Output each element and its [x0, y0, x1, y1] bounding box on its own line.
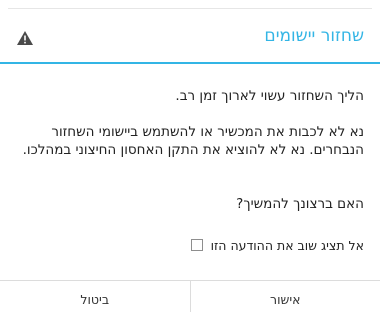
confirm-button[interactable]: אישור — [191, 281, 380, 312]
dont-show-again-row[interactable]: אל תציג שוב את ההודעה הזו — [16, 235, 364, 255]
title-divider — [0, 62, 380, 64]
dialog-title: שחזור יישומים — [264, 26, 364, 46]
button-bar: ביטול אישור — [0, 280, 380, 312]
message-paragraph-2: נא לא לכבות את המכשיר או להשתמש ביישומי … — [16, 123, 364, 159]
dont-show-again-label: אל תציג שוב את ההודעה הזו — [211, 238, 364, 253]
message-paragraph-1: הליך השחזור עשוי לארוך זמן רב. — [16, 87, 364, 105]
warning-triangle-icon — [16, 30, 34, 46]
cancel-button[interactable]: ביטול — [0, 281, 191, 312]
top-strip — [0, 0, 380, 10]
restore-apps-dialog: שחזור יישומים הליך השחזור עשוי לארוך זמן… — [0, 0, 380, 311]
message-question: האם ברצונך להמשיך? — [16, 195, 364, 213]
dialog-header: שחזור יישומים — [0, 16, 380, 62]
top-line — [8, 8, 372, 9]
dont-show-again-checkbox[interactable] — [191, 239, 203, 251]
